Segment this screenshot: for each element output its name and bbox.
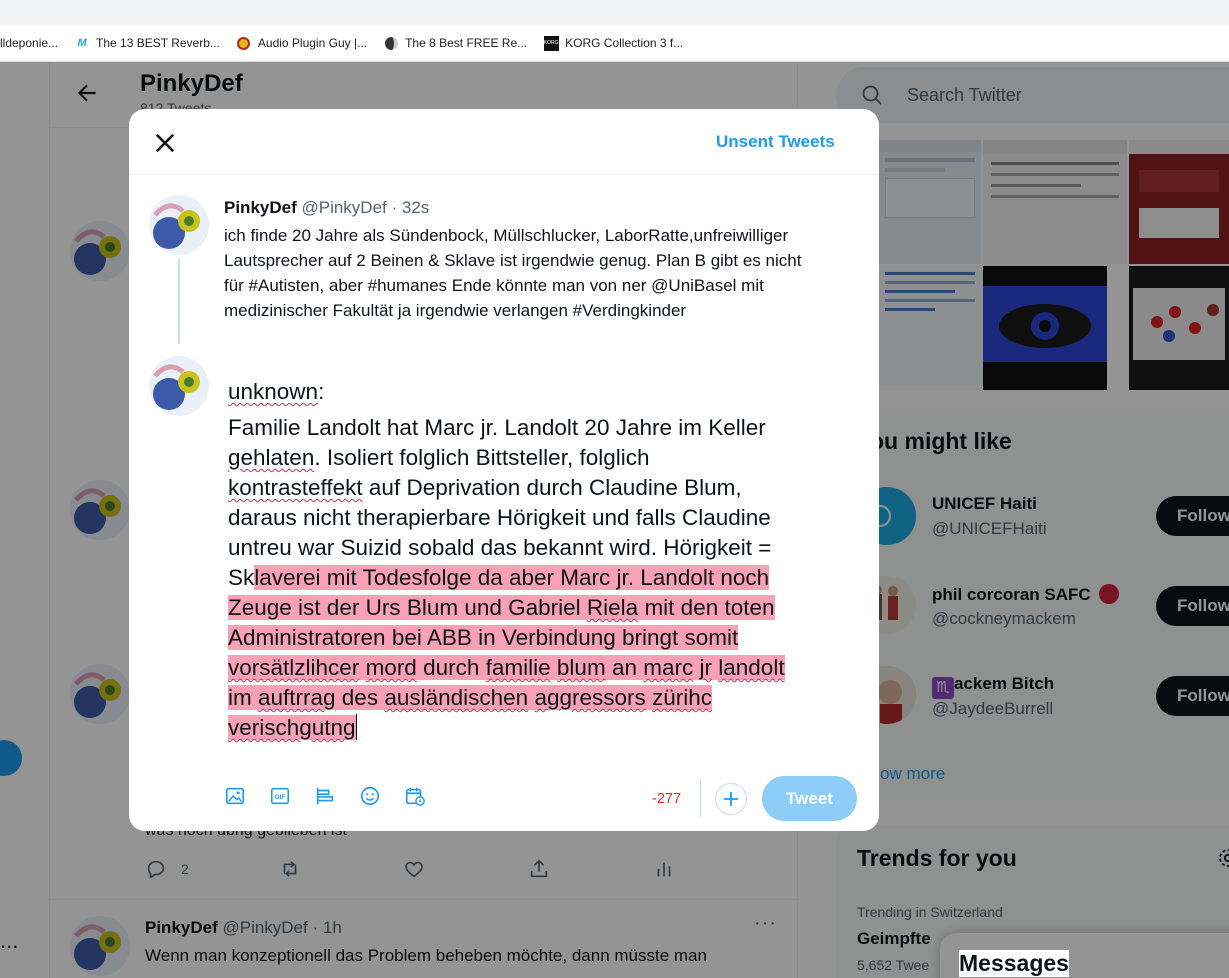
thread-connector — [178, 259, 180, 344]
over-limit-text: blum — [556, 655, 606, 680]
bookmark-4-label: The 8 Best FREE Re... — [405, 36, 528, 50]
over-limit-text: mord — [365, 655, 417, 680]
compose-line: verischgutng — [228, 713, 868, 743]
compose-line: daraus nicht therapierbare Hörigkeit und… — [228, 505, 771, 530]
gif-icon[interactable]: GIF — [269, 785, 291, 807]
compose-text: unknown — [228, 379, 319, 404]
over-limit-text: Zeuge ist der Urs Blum und Gabriel — [228, 595, 587, 620]
m-logo-icon: M — [77, 37, 87, 49]
compose-text: gehlaten — [228, 445, 315, 470]
original-tweet-line: Lautsprecher auf 2 Beinen & Sklave ist i… — [224, 251, 802, 270]
compose-line: Administratoren bei ABB in Verbindung br… — [228, 623, 868, 653]
bookmark-3-label: Audio Plugin Guy |... — [257, 36, 368, 50]
image-icon[interactable] — [224, 785, 246, 807]
close-icon[interactable] — [151, 129, 179, 157]
compose-toolbar: GIF — [224, 785, 449, 815]
dark-logo-icon — [383, 35, 399, 51]
original-author-name: PinkyDef — [224, 198, 297, 217]
bookmark-1-label: lldeponie... — [0, 36, 59, 50]
compose-text: . Isoliert folglich Bittsteller, folglic… — [314, 445, 650, 470]
over-limit-text: verischgutng — [228, 715, 356, 740]
over-limit-text: laverei mit Todesfolge da aber Marc jr. … — [254, 565, 770, 590]
compose-line: unknown: — [228, 377, 868, 407]
over-limit-text: aggressors — [534, 685, 646, 710]
text-caret — [355, 714, 357, 740]
compose-line: kontrasteffekt auf Deprivation durch Cla… — [228, 473, 868, 503]
bookmark-4[interactable]: The 8 Best FREE Re... — [383, 35, 527, 51]
original-tweet-text: ich finde 20 Jahre als Sündenbock, Mülls… — [224, 223, 864, 323]
add-tweet-button[interactable] — [715, 783, 747, 815]
over-limit-text: an — [605, 655, 644, 680]
original-tweet-line: ich finde 20 Jahre als Sündenbock, Mülls… — [224, 226, 789, 245]
unsent-tweets-link[interactable]: Unsent Tweets — [716, 132, 835, 152]
over-limit-text: auftrrag — [258, 685, 336, 710]
bookmark-2-label: The 13 BEST Reverb... — [96, 36, 220, 50]
over-limit-text: im — [228, 685, 258, 710]
avatar[interactable] — [149, 195, 209, 255]
compose-line: Sklaverei mit Todesfolge da aber Marc jr… — [228, 563, 868, 593]
tweet-button[interactable]: Tweet — [762, 776, 857, 821]
korg-icon: KORG — [543, 35, 559, 51]
over-limit-text: marc — [643, 655, 694, 680]
over-limit-text: jr — [699, 655, 713, 680]
emoji-icon[interactable] — [359, 785, 381, 807]
plugin-guy-icon — [236, 35, 252, 51]
compose-text: Sk — [228, 565, 255, 590]
compose-line: untreu war Suizid sobald das bekannt wir… — [228, 535, 772, 560]
bookmark-3[interactable]: Audio Plugin Guy |... — [236, 35, 367, 51]
over-limit-text: durch — [416, 655, 486, 680]
bookmark-5[interactable]: KORG KORG Collection 3 f... — [543, 35, 683, 51]
compose-modal: Unsent Tweets PinkyDef @PinkyDef · 32s i… — [129, 109, 879, 831]
schedule-icon[interactable] — [404, 785, 426, 807]
bookmark-2[interactable]: M The 13 BEST Reverb... — [74, 35, 220, 51]
compose-line: vorsätlzlihcer mord durch familie blum a… — [228, 653, 868, 683]
over-limit-text: Riela — [586, 595, 639, 620]
over-limit-text: mit den toten — [638, 595, 775, 620]
over-limit-text: ausländischen — [384, 685, 529, 710]
poll-icon[interactable] — [314, 785, 336, 807]
compose-line: im auftrrag des ausländischen aggressors… — [228, 683, 868, 713]
bookmark-5-label: KORG Collection 3 f... — [565, 36, 684, 50]
compose-text: kontrasteffekt — [228, 475, 363, 500]
original-tweet-header: PinkyDef @PinkyDef · 32s — [224, 198, 429, 218]
compose-line: gehlaten. Isoliert folglich Bittsteller,… — [228, 443, 868, 473]
compose-text: : — [318, 379, 325, 404]
over-limit-text: landolt — [718, 655, 785, 680]
over-limit-text: familie — [485, 655, 551, 680]
over-limit-text: des — [335, 685, 385, 710]
modal-divider — [129, 174, 879, 175]
original-tweet-line: für #Autisten, aber #humanes Ende könnte… — [224, 276, 764, 295]
over-limit-text: zürihc — [652, 685, 713, 710]
reply-textarea[interactable]: unknown: Familie Landolt hat Marc jr. La… — [228, 377, 868, 743]
original-tweet-line: medizinischer Fakultät ja irgendwie verl… — [224, 301, 687, 320]
compose-line: Familie Landolt hat Marc jr. Landolt 20 … — [228, 415, 766, 440]
bookmark-1[interactable]: lldeponie... — [0, 36, 58, 50]
toolbar-divider — [700, 779, 701, 817]
messages-title[interactable]: Messages — [959, 950, 1069, 977]
avatar[interactable] — [149, 356, 209, 416]
compose-text: auf Deprivation durch Claudine Blum, — [362, 475, 742, 500]
original-author-meta: @PinkyDef · 32s — [301, 198, 430, 217]
over-limit-text: Administratoren bei ABB in Verbindung br… — [228, 625, 739, 650]
browser-tab-strip — [0, 0, 1229, 25]
bookmarks-bar: lldeponie... M The 13 BEST Reverb... Aud… — [0, 25, 1229, 62]
compose-line: Zeuge ist der Urs Blum und Gabriel Riela… — [228, 593, 868, 623]
svg-text:GIF: GIF — [275, 794, 286, 801]
plus-icon — [724, 792, 738, 806]
over-limit-text: vorsätlzlihcer — [228, 655, 360, 680]
character-count: -277 — [652, 791, 682, 807]
